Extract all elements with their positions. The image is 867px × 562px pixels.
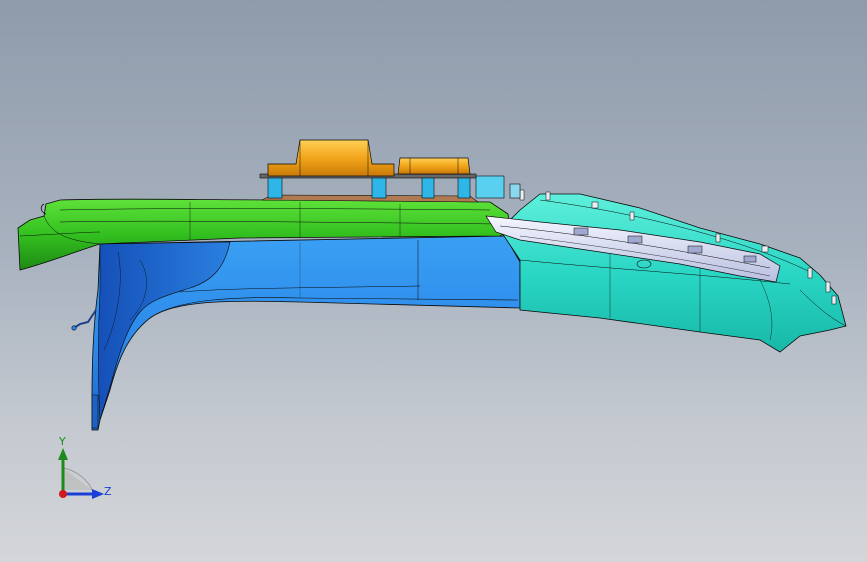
y-axis-label: Y: [59, 435, 66, 448]
bracket-rod-part: [71, 309, 97, 331]
graphics-viewport[interactable]: Y Z: [0, 0, 867, 562]
mount-block-part[interactable]: [259, 139, 477, 179]
side-panel-part[interactable]: [91, 235, 521, 431]
triad-graphic: [58, 448, 104, 499]
axis-triad: Y Z: [46, 436, 116, 510]
cad-model[interactable]: [0, 0, 867, 562]
front-cap-part[interactable]: [499, 193, 847, 353]
z-axis-label: Z: [104, 485, 112, 498]
